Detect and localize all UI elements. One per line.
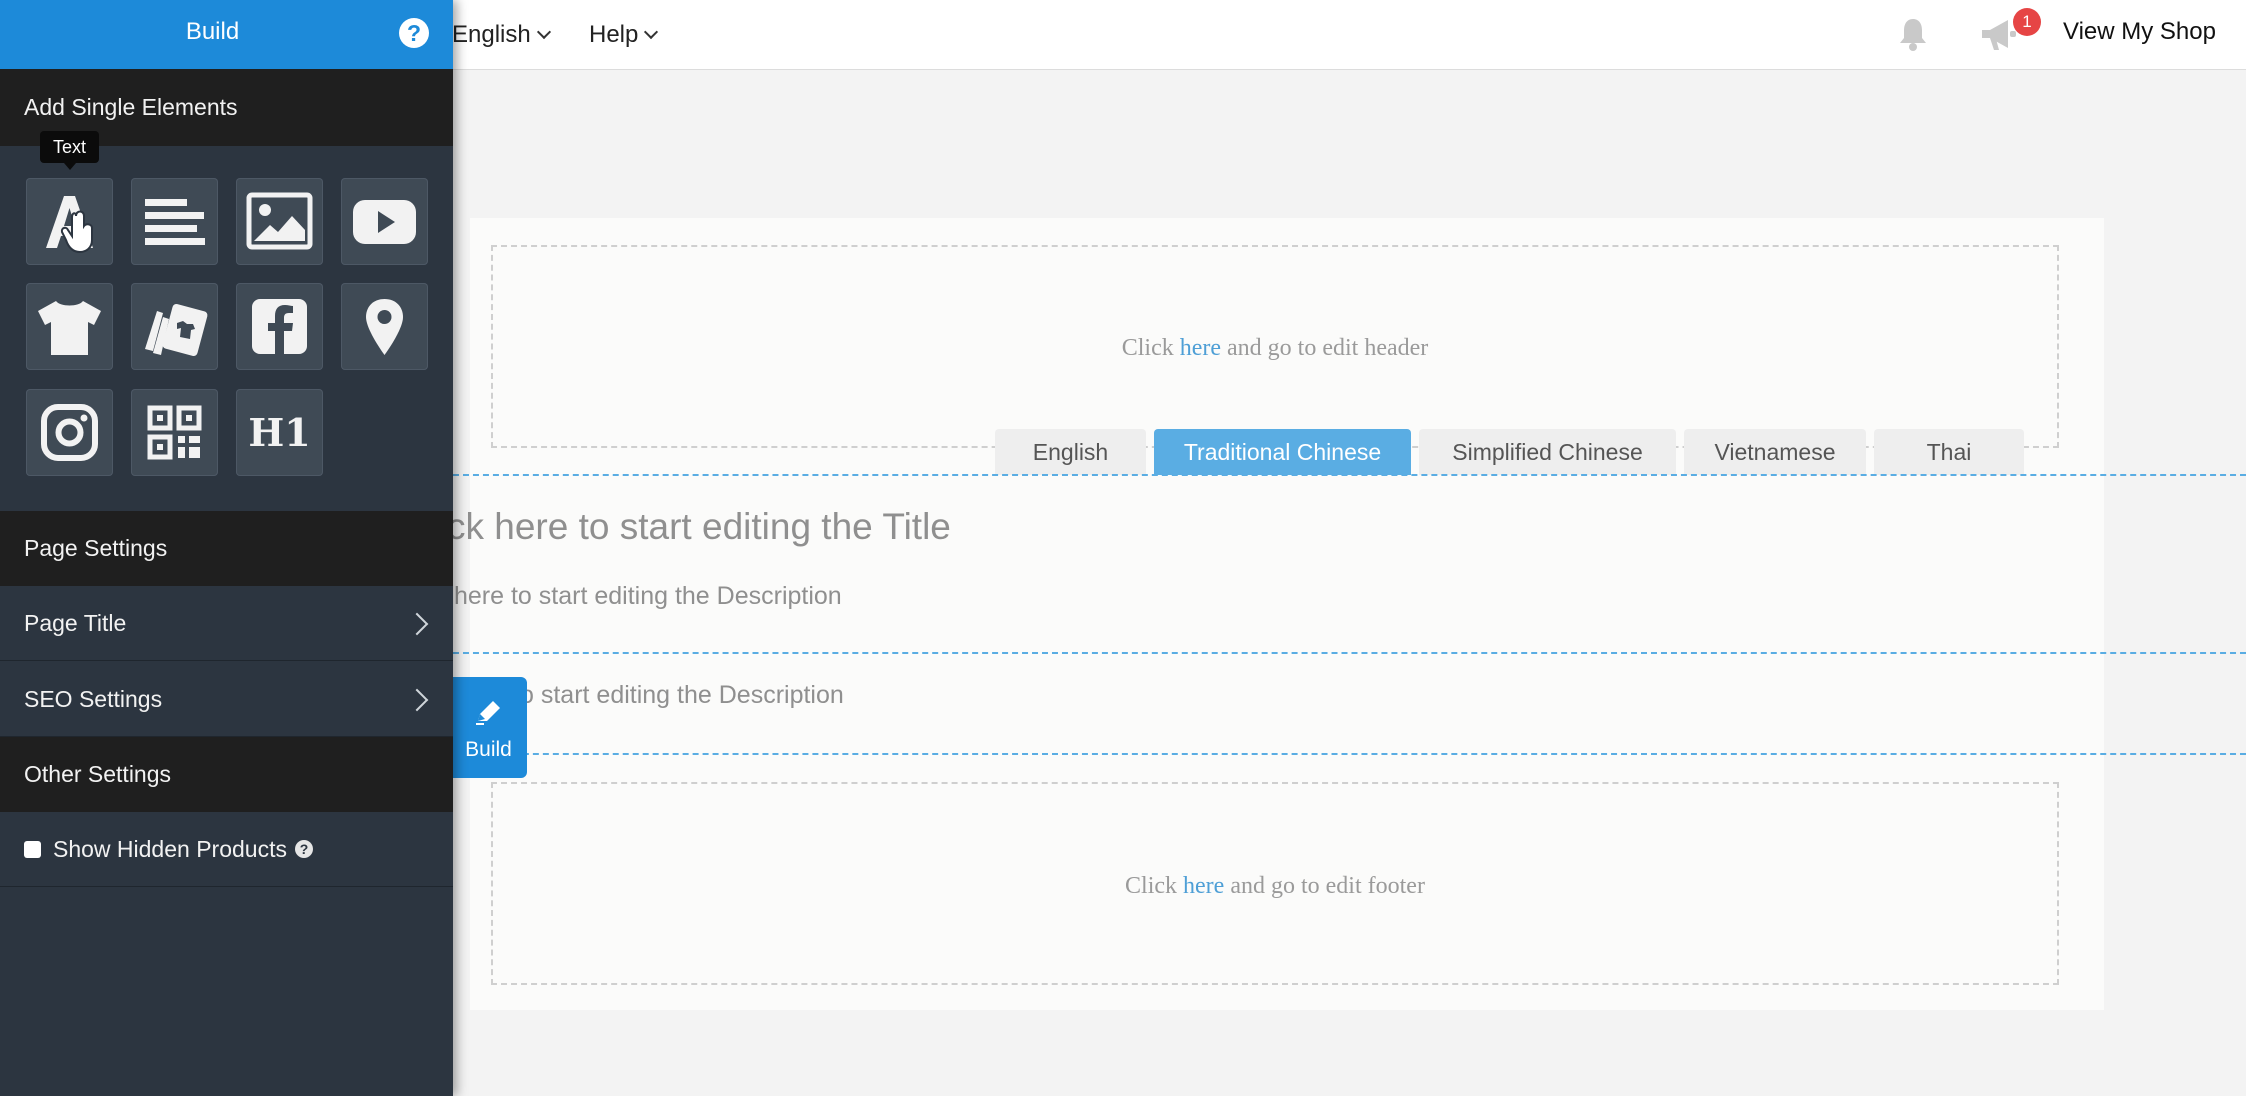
text-element-icon — [46, 196, 93, 254]
qr-code-element-icon — [147, 405, 202, 460]
add-elements-heading-label: Add Single Elements — [24, 94, 238, 120]
product-cards-element-icon — [145, 304, 208, 356]
instagram-element-tile[interactable] — [26, 389, 113, 476]
footer-placeholder[interactable]: Click here and go to edit footer — [491, 782, 2059, 985]
map-pin-element-tile[interactable] — [341, 283, 428, 370]
footer-note-text: Click — [1125, 873, 1184, 899]
paragraph-element-tile[interactable] — [131, 178, 218, 265]
qr-code-element-tile[interactable] — [131, 389, 218, 476]
facebook-element-tile[interactable] — [236, 283, 323, 370]
heading-element-label: H1 — [248, 410, 310, 455]
page-title-setting-label: Page Title — [24, 609, 127, 636]
edit-footer-link[interactable]: here — [1183, 873, 1224, 899]
description-placeholder[interactable]: here to start editing the Description — [454, 582, 842, 611]
heading-element-icon: H1 — [248, 410, 310, 455]
chevron-right-icon — [405, 612, 429, 636]
view-my-shop-link[interactable]: View My Shop — [2063, 18, 2216, 46]
tab-simplified-chinese[interactable]: Simplified Chinese — [1419, 429, 1676, 475]
section-divider — [453, 652, 2246, 654]
image-element-tile[interactable] — [236, 178, 323, 265]
seo-settings-label: SEO Settings — [24, 685, 163, 712]
language-menu[interactable]: English — [452, 0, 551, 69]
instagram-element-icon — [41, 404, 98, 461]
footer-note-text-end: and go to edit footer — [1224, 873, 1425, 899]
section-divider — [453, 474, 2246, 476]
help-menu-label: Help — [589, 20, 639, 48]
build-panel: Build ? Add Single Elements H1 Text Page… — [0, 0, 453, 1096]
header-edit-note: Click here and go to edit header — [493, 335, 2057, 362]
build-panel-header: Build ? — [0, 0, 453, 69]
other-settings-heading: Other Settings — [0, 737, 453, 812]
footer-edit-note: Click here and go to edit footer — [493, 873, 2057, 900]
language-tabs: English Traditional Chinese Simplified C… — [995, 429, 2024, 475]
text-element-tile[interactable] — [26, 178, 113, 265]
text-tooltip: Text — [40, 131, 99, 170]
help-menu[interactable]: Help — [589, 0, 659, 69]
question-circle-icon[interactable]: ? — [294, 840, 313, 858]
tab-traditional-chinese[interactable]: Traditional Chinese — [1154, 429, 1411, 475]
seo-settings[interactable]: SEO Settings — [0, 662, 453, 737]
pencil-icon — [476, 701, 500, 725]
other-settings-heading-label: Other Settings — [24, 761, 172, 787]
chevron-down-icon — [644, 24, 659, 39]
title-placeholder[interactable]: ck here to start editing the Title — [447, 506, 951, 548]
notification-badge: 1 — [2013, 8, 2041, 36]
show-hidden-products-checkbox[interactable] — [24, 840, 41, 858]
page-settings-heading-label: Page Settings — [24, 535, 168, 561]
header-placeholder[interactable]: Click here and go to edit header — [491, 245, 2059, 448]
video-element-tile[interactable] — [341, 178, 428, 265]
bell-icon[interactable] — [1895, 16, 1931, 52]
map-pin-element-icon — [366, 299, 403, 355]
show-hidden-products-label[interactable]: Show Hidden Products — [53, 836, 287, 863]
show-hidden-products-row: Show Hidden Products ? — [0, 812, 453, 887]
tab-english[interactable]: English — [995, 429, 1146, 475]
product-element-tile[interactable] — [26, 283, 113, 370]
tab-vietnamese[interactable]: Vietnamese — [1684, 429, 1866, 475]
edit-header-link[interactable]: here — [1180, 335, 1221, 361]
header-note-text: Click — [1121, 335, 1180, 361]
page-title-setting[interactable]: Page Title — [0, 586, 453, 661]
product-element-icon — [38, 301, 101, 355]
header-note-text-end: and go to edit header — [1221, 335, 1429, 361]
language-menu-label: English — [452, 20, 531, 48]
product-cards-element-tile[interactable] — [131, 283, 218, 370]
build-panel-title: Build — [185, 18, 240, 45]
chevron-down-icon — [536, 24, 551, 39]
image-element-icon — [246, 192, 313, 250]
paragraph-element-icon — [145, 199, 205, 245]
floating-build-button[interactable]: Build — [450, 677, 527, 778]
facebook-element-icon — [252, 299, 307, 354]
chevron-right-icon — [405, 688, 429, 712]
page-settings-heading: Page Settings — [0, 511, 453, 586]
tab-thai[interactable]: Thai — [1874, 429, 2024, 475]
help-icon[interactable]: ? — [399, 18, 429, 48]
floating-build-label: Build — [465, 738, 512, 761]
video-element-icon — [353, 200, 416, 244]
heading-element-tile[interactable]: H1 — [236, 389, 323, 476]
section-divider — [453, 753, 2246, 755]
description-placeholder[interactable]: o start editing the Description — [520, 681, 844, 710]
